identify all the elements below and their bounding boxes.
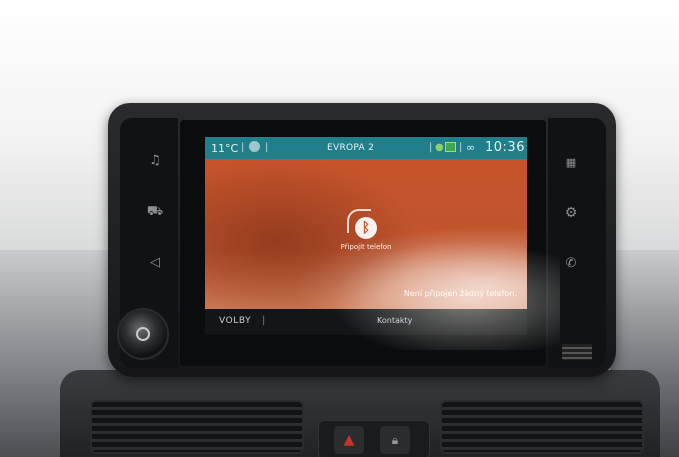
phone-link-icon: ∞ — [466, 141, 476, 154]
door-lock-icon[interactable]: 🔒︎ — [380, 426, 410, 454]
options-button[interactable]: VOLBY — [219, 316, 251, 326]
radio-station[interactable]: EVROPA 2 — [327, 143, 374, 153]
air-vent-right — [440, 400, 644, 454]
status-separator: | — [459, 142, 463, 153]
navigation-icon[interactable]: ◁ — [144, 252, 166, 274]
status-bar: 11°C | | EVROPA 2 | ● | ∞ 10:36 — [205, 137, 527, 159]
touchscreen: 11°C | | EVROPA 2 | ● | ∞ 10:36 ᛒ Připoj… — [205, 137, 527, 335]
music-icon[interactable]: ♫ — [144, 150, 166, 172]
bluetooth-icon: ᛒ — [355, 217, 377, 239]
power-icon — [136, 327, 150, 341]
main-content: ᛒ Připojit telefon Není připojen žádný t… — [205, 159, 527, 309]
usb-slot — [562, 344, 592, 360]
car-icon[interactable]: ⛟ — [144, 201, 166, 223]
gps-icon: ● — [435, 142, 444, 153]
connect-phone-label: Připojit telefon — [340, 243, 392, 251]
status-separator: | — [265, 142, 269, 153]
clock: 10:36 — [485, 140, 525, 155]
phone-icon[interactable]: ✆ — [560, 253, 582, 275]
photo-background: ▲ 🔒︎ ♫ ⛟ ◁ ▦ ⚙ ✆ 11°C | | EVROPA 2 | ● |… — [0, 0, 679, 457]
air-vent-left — [90, 400, 304, 454]
hazard-warning-icon[interactable]: ▲ — [334, 426, 364, 454]
bottom-divider: | — [262, 315, 266, 326]
contacts-button[interactable]: Kontakty — [377, 316, 412, 325]
apps-grid-icon[interactable]: ▦ — [560, 152, 582, 174]
status-separator: | — [429, 142, 433, 153]
connect-phone-button[interactable]: ᛒ Připojit telefon — [341, 209, 392, 257]
globe-icon — [249, 141, 260, 152]
bottom-bar: VOLBY | Kontakty — [205, 309, 527, 335]
temperature-readout: 11°C — [211, 142, 239, 155]
settings-gear-icon[interactable]: ⚙ — [560, 202, 582, 224]
status-separator: | — [241, 142, 245, 153]
no-phone-notice: Není připojen žádný telefon. — [403, 289, 517, 298]
navigation-map-icon — [445, 142, 456, 152]
